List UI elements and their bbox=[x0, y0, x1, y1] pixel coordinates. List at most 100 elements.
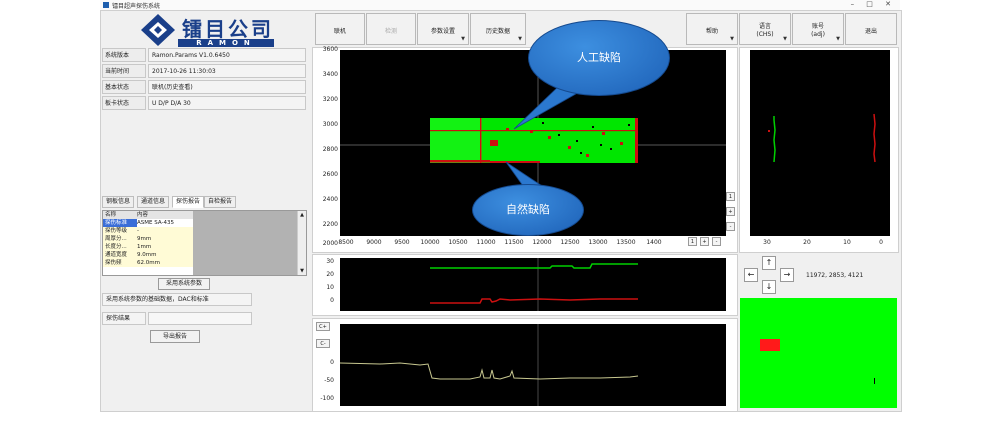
grid-cell-value: - bbox=[137, 228, 139, 234]
account-button[interactable]: 账号 (adj) ▼ bbox=[792, 13, 844, 45]
grid-row[interactable]: 通道宽度 9.0mm bbox=[103, 251, 193, 259]
grid-cell-value: 9.0mm bbox=[137, 252, 157, 258]
zoom-in-vertical-button[interactable]: + bbox=[726, 207, 735, 216]
grid-header-row: 名称 内容 bbox=[103, 211, 193, 219]
params-settings-button[interactable]: 参数设置 ▼ bbox=[417, 13, 469, 45]
ascan-plot[interactable] bbox=[339, 324, 726, 406]
y-tick: -100 bbox=[320, 395, 334, 402]
grid-row[interactable]: 探伤频 62.0mm bbox=[103, 259, 193, 267]
chevron-down-icon: ▼ bbox=[836, 36, 840, 42]
zoom-in-horizontal-button[interactable]: + bbox=[700, 237, 709, 246]
info-key: 板卡状态 bbox=[102, 96, 146, 110]
params-label: 参数设置 bbox=[430, 28, 455, 35]
arrow-right-icon[interactable]: → bbox=[780, 268, 794, 282]
x-tick: 10500 bbox=[448, 239, 468, 246]
tab-channel-info[interactable]: 通道信息 bbox=[137, 196, 170, 208]
x-tick: 10 bbox=[843, 239, 851, 246]
grid-header-content: 内容 bbox=[137, 212, 149, 218]
info-row-time: 当前时间 2017-10-26 11:30:03 bbox=[102, 64, 306, 78]
exit-button[interactable]: 退出 bbox=[845, 13, 897, 45]
zoom-reset-button[interactable]: 1 bbox=[726, 192, 735, 201]
grid-row-selected[interactable]: 探伤标准 ASME SA-435 bbox=[103, 219, 193, 227]
zoom-out-vertical-button[interactable]: - bbox=[726, 222, 735, 231]
zoom-out-horizontal-button[interactable]: - bbox=[712, 237, 721, 246]
info-key: 当前时间 bbox=[102, 64, 146, 78]
x-tick: 13000 bbox=[588, 239, 608, 246]
x-tick: 12500 bbox=[560, 239, 580, 246]
tab-inspection-report[interactable]: 探伤报告 bbox=[172, 196, 205, 208]
x-tick: 1400 bbox=[646, 239, 662, 246]
scroll-down-icon[interactable]: ▼ bbox=[299, 268, 305, 274]
inspect-label: 检测 bbox=[384, 28, 397, 35]
grid-table: 名称 内容 探伤标准 ASME SA-435 探伤等级 - 周厚分... 9mm… bbox=[103, 211, 193, 275]
scroll-up-icon[interactable]: ▲ bbox=[299, 212, 305, 218]
c-plus-button[interactable]: C+ bbox=[316, 322, 330, 331]
grid-row[interactable]: 长度分... 1mm bbox=[103, 243, 193, 251]
grid-cell-name: 探伤标准 bbox=[105, 220, 128, 226]
info-value: Ramon.Params V1.0.6450 bbox=[148, 48, 306, 62]
help-button[interactable]: 帮助 ▼ bbox=[686, 13, 738, 45]
x-tick: 10000 bbox=[420, 239, 440, 246]
online-label: 联机 bbox=[333, 28, 346, 35]
side-traces bbox=[768, 113, 876, 163]
grid-cell-value: 62.0mm bbox=[137, 260, 160, 266]
y-tick: 3200 bbox=[322, 96, 338, 103]
y-tick: 2200 bbox=[322, 221, 338, 228]
arrow-down-icon[interactable]: ↓ bbox=[762, 280, 776, 294]
y-tick: 0 bbox=[330, 297, 334, 304]
x-tick: 0 bbox=[879, 239, 883, 246]
grid-cell-name: 通道宽度 bbox=[105, 252, 128, 258]
logo-text-en: RAMON bbox=[178, 39, 274, 47]
export-report-button[interactable]: 导出报告 bbox=[150, 330, 200, 343]
dac-note-field: 采用系统参数的基础数据，DAC和标准 bbox=[102, 293, 252, 306]
grid-scrollbar[interactable]: ▲ ▼ bbox=[297, 211, 306, 275]
x-tick: 13500 bbox=[616, 239, 636, 246]
y-tick: 10 bbox=[326, 284, 334, 291]
grid-row[interactable]: 周厚分... 9mm bbox=[103, 235, 193, 243]
x-tick: 9500 bbox=[394, 239, 410, 246]
y-tick: -50 bbox=[324, 377, 334, 384]
ascan-trace bbox=[339, 324, 639, 406]
y-tick: 20 bbox=[326, 271, 334, 278]
grid-cell-value: 9mm bbox=[137, 236, 152, 242]
chevron-down-icon: ▼ bbox=[461, 36, 465, 42]
arrow-left-icon[interactable]: ← bbox=[744, 268, 758, 282]
position-marker bbox=[874, 378, 875, 384]
chevron-down-icon: ▼ bbox=[730, 36, 734, 42]
x-tick: 20 bbox=[803, 239, 811, 246]
defect-minimap[interactable] bbox=[740, 298, 897, 408]
y-tick: 2600 bbox=[322, 171, 338, 178]
y-tick: 2400 bbox=[322, 196, 338, 203]
x-tick: 30 bbox=[763, 239, 771, 246]
grid-row[interactable]: 探伤等级 - bbox=[103, 227, 193, 235]
grid-empty-area bbox=[193, 211, 297, 275]
callout-natural-defect: 自然缺陷 bbox=[472, 184, 584, 236]
coordinate-readout: 11972, 2853, 4121 bbox=[806, 272, 864, 279]
y-tick: 3000 bbox=[322, 121, 338, 128]
x-tick: 9000 bbox=[366, 239, 382, 246]
y-tick: 30 bbox=[326, 258, 334, 265]
zoom-reset-horizontal-button[interactable]: 1 bbox=[688, 237, 697, 246]
app-icon bbox=[103, 2, 109, 8]
c-minus-button[interactable]: C- bbox=[316, 339, 330, 348]
inspect-button[interactable]: 检测 bbox=[366, 13, 416, 45]
side-bscan-plot[interactable] bbox=[750, 50, 890, 236]
tab-selfcheck-report[interactable]: 自检报告 bbox=[204, 196, 237, 208]
logo-text-cn: 镭目公司 bbox=[182, 17, 274, 41]
property-grid: 名称 内容 探伤标准 ASME SA-435 探伤等级 - 周厚分... 9mm… bbox=[102, 210, 307, 276]
tab-plate-info[interactable]: 钢板信息 bbox=[102, 196, 135, 208]
arrow-up-icon[interactable]: ↑ bbox=[762, 256, 776, 270]
info-row-version: 系统版本 Ramon.Params V1.0.6450 bbox=[102, 48, 306, 62]
channel-plot[interactable] bbox=[340, 258, 726, 311]
use-system-params-button[interactable]: 采用系统参数 bbox=[158, 278, 210, 290]
language-button[interactable]: 语言 (CHS) ▼ bbox=[739, 13, 791, 45]
x-tick: 8500 bbox=[338, 239, 354, 246]
result-field[interactable] bbox=[148, 312, 252, 325]
grid-cell-name: 周厚分... bbox=[105, 236, 127, 242]
company-logo: 镭目公司 RAMON bbox=[140, 13, 280, 47]
info-value: 联机(历史查看) bbox=[148, 80, 306, 94]
chevron-down-icon: ▼ bbox=[783, 36, 787, 42]
online-button[interactable]: 联机 bbox=[315, 13, 365, 45]
window-controls[interactable]: – □ ✕ bbox=[851, 0, 896, 8]
window-title: 镭目超声探伤系统 bbox=[112, 3, 161, 10]
